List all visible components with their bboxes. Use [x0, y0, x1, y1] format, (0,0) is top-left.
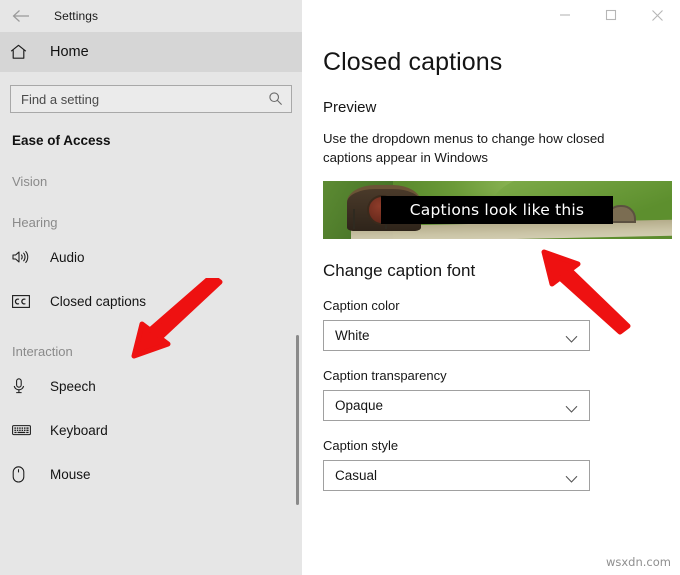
- field-caption-color: Caption color White: [323, 298, 680, 351]
- caption-style-value: Casual: [335, 468, 378, 483]
- preview-heading: Preview: [323, 99, 377, 116]
- watermark: wsxdn.com: [605, 555, 671, 569]
- caption-preview-text: Captions look like this: [409, 201, 585, 219]
- caption-preview-image: Captions look like this: [323, 181, 672, 239]
- chevron-down-icon: [565, 401, 578, 419]
- caption-transparency-value: Opaque: [335, 398, 384, 413]
- sidebar: Home Ease of Access Vision Hearing: [0, 32, 302, 575]
- chevron-down-icon: [565, 331, 578, 349]
- back-arrow-icon[interactable]: [0, 0, 42, 32]
- sidebar-group-interaction: Interaction: [12, 344, 73, 359]
- search-icon[interactable]: [268, 91, 283, 111]
- sidebar-item-audio[interactable]: Audio: [0, 240, 302, 274]
- caption-color-value: White: [335, 328, 370, 343]
- sidebar-item-closed-captions-label: Closed captions: [50, 293, 147, 309]
- sidebar-item-home[interactable]: Home: [0, 32, 302, 72]
- maximize-button[interactable]: [588, 0, 634, 30]
- close-button[interactable]: [634, 0, 680, 30]
- content-pane: Closed captions Preview Use the dropdown…: [302, 32, 680, 575]
- caption-style-dropdown[interactable]: Casual: [323, 460, 590, 491]
- minimize-button[interactable]: [542, 0, 588, 30]
- title-bar-left: Settings: [0, 0, 302, 32]
- preview-post-left: [353, 209, 355, 229]
- sidebar-home-label: Home: [50, 44, 89, 60]
- sidebar-scrollbar-thumb[interactable]: [296, 335, 299, 505]
- font-section-heading: Change caption font: [323, 261, 476, 280]
- window-controls: [302, 0, 680, 32]
- caption-transparency-label: Caption transparency: [323, 368, 447, 383]
- sidebar-group-hearing: Hearing: [12, 215, 58, 230]
- microphone-icon: [12, 377, 36, 395]
- caption-color-label: Caption color: [323, 298, 400, 313]
- field-caption-transparency: Caption transparency Opaque: [323, 368, 680, 421]
- search-area: [0, 72, 302, 113]
- home-icon: [10, 44, 38, 60]
- settings-window: Settings Home Find a setting Ease of Acc…: [0, 0, 680, 575]
- caption-preview-bar: Captions look like this: [381, 196, 613, 224]
- sidebar-item-mouse[interactable]: Mouse: [0, 457, 302, 491]
- chevron-down-icon: [565, 471, 578, 489]
- caption-style-label: Caption style: [323, 438, 399, 453]
- page-title: Closed captions: [323, 48, 503, 76]
- sidebar-item-speech[interactable]: Speech: [0, 369, 302, 403]
- field-caption-style: Caption style Casual: [323, 438, 680, 491]
- sidebar-section-title: Ease of Access: [12, 133, 111, 148]
- app-title: Settings: [54, 9, 99, 23]
- sidebar-item-speech-label: Speech: [50, 378, 96, 394]
- title-bar: Settings: [0, 0, 680, 32]
- closed-caption-icon: [12, 294, 36, 308]
- sidebar-item-mouse-label: Mouse: [50, 466, 91, 482]
- sidebar-group-vision: Vision: [12, 174, 48, 189]
- caption-color-dropdown[interactable]: White: [323, 320, 590, 351]
- caption-transparency-dropdown[interactable]: Opaque: [323, 390, 590, 421]
- speaker-icon: [12, 250, 36, 264]
- keyboard-icon: [12, 424, 36, 436]
- sidebar-item-keyboard-label: Keyboard: [50, 422, 108, 438]
- sidebar-item-closed-captions[interactable]: Closed captions: [0, 284, 302, 318]
- search-box[interactable]: [10, 85, 292, 113]
- mouse-icon: [12, 465, 36, 483]
- preview-description: Use the dropdown menus to change how clo…: [323, 131, 605, 165]
- search-input[interactable]: [11, 86, 251, 112]
- sidebar-item-audio-label: Audio: [50, 249, 85, 265]
- sidebar-item-keyboard[interactable]: Keyboard: [0, 413, 302, 447]
